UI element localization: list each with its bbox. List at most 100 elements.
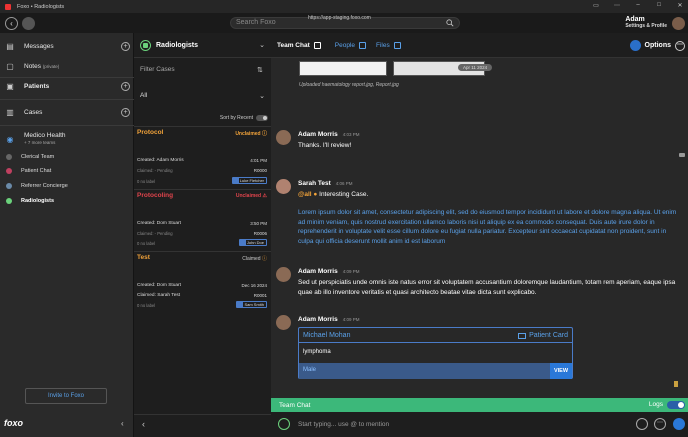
search-placeholder: Search Foxo [236,19,276,26]
sidebar-item-referrer-concierge[interactable]: Referrer Concierge [6,183,68,189]
avatar[interactable] [672,17,685,30]
case-labels: 0 no label [137,241,156,246]
chat-header: Team Chat People Files Options ⋯ [271,33,688,58]
options-button[interactable]: Options ⋯ [629,40,685,51]
patient-card-link[interactable]: Patient Card [518,332,568,339]
sidebar-item-notes[interactable]: ▢ Notes (private) [0,56,134,76]
sidebar: ▤ Messages + ▢ Notes (private) ▣ Patient… [0,33,134,437]
chat-bubbles-icon: ▤ [6,41,14,51]
chat-area: Team Chat People Files Options ⋯ Apr 11 … [271,33,688,437]
more-options-icon[interactable]: ⋯ [675,40,685,51]
chevron-down-icon[interactable]: ⌄ [259,92,265,100]
emoji-icon[interactable] [636,418,648,430]
add-message-icon[interactable]: + [121,41,130,51]
title-bar: Foxo • Radiologists ▭ ⋯ – □ ✕ [0,0,688,13]
sidebar-item-label: Notes (private) [24,62,60,70]
add-patient-icon[interactable]: + [121,81,130,91]
avatar[interactable] [276,315,291,330]
tab-people[interactable]: People [335,41,366,49]
sidebar-item-cases[interactable]: ▥ Cases + [0,102,134,122]
maximize-button[interactable]: □ [655,2,663,9]
mention: @all [298,191,312,198]
case-item[interactable]: Protocol Unclaimed ⓘ Created: Adam Morri… [134,126,271,189]
case-filter-select[interactable]: All [140,92,147,99]
message-input[interactable]: Start typing... use @ to mention [298,421,389,428]
scroll-indicator-icon[interactable] [679,153,685,157]
chat-message: Adam Morris 4:03 PM Thanks. I'll review! [276,130,681,155]
message-author: Adam Morris [298,268,338,275]
back-button[interactable]: ‹ [5,17,18,30]
team-header[interactable]: Radiologists ⌄ [134,33,271,58]
status-badge: Claimed ⓘ [242,256,267,262]
sidebar-item-clerical-team[interactable]: Clerical Team [6,154,54,160]
attachment-image[interactable] [299,61,387,76]
tab-files[interactable]: Files [376,41,401,49]
assignee-chip[interactable]: John Doe [238,239,267,246]
message-author: Adam Morris [298,316,338,323]
case-id: R0006 [253,231,267,236]
add-case-icon[interactable]: + [121,107,130,117]
window-title: Foxo • Radiologists [17,3,65,10]
sort-toggle[interactable] [256,115,268,121]
avatar[interactable] [276,267,291,282]
org-switcher[interactable]: ◉ Medico Health + 7 more teams [0,128,134,150]
cast-icon[interactable]: ▭ [592,2,600,9]
message-author: Adam Morris [298,131,338,138]
sidebar-item-patient-chat[interactable]: Patient Chat [6,168,51,174]
sidebar-item-messages[interactable]: ▤ Messages + [0,36,134,56]
collapse-sidebar-icon[interactable]: ‹ [121,419,124,428]
case-id: R0000 [253,168,267,173]
filter-icon[interactable]: ⇅ [257,66,267,74]
case-title: Test [137,254,150,261]
app-icon [5,3,11,10]
case-time: 4:01 PM [250,158,267,163]
message-time: 4:09 PM [342,269,360,274]
chevron-down-icon[interactable]: ⌄ [259,41,265,49]
sidebar-item-radiologists[interactable]: Radiologists [6,198,54,204]
invite-button[interactable]: Invite to Foxo [25,388,107,404]
more-actions-icon[interactable]: ⋯ [654,418,666,430]
team-avatar [6,168,12,174]
shield-icon [140,39,151,51]
user-icon [237,302,244,307]
avatar[interactable] [276,130,291,145]
user-icon [239,240,246,245]
filter-cases-input[interactable]: Filter Cases [140,66,175,73]
divider [299,342,572,343]
team-avatar [6,154,12,160]
logs-label: Logs [648,401,663,408]
org-logo-icon: ◉ [6,134,14,144]
message-time: 4:09 PM [342,317,360,322]
minimize-button[interactable]: – [634,2,642,9]
id-card-icon [518,332,527,339]
pin-icon[interactable] [674,381,678,387]
case-title: Protocoling [137,192,174,199]
case-item[interactable]: Protocoling Unclaimed ⚠ Created: Dom Stu… [134,189,271,251]
message-author: Sarah Test [298,180,331,187]
patient-name[interactable]: Michael Mohan [303,332,350,339]
message-text: @all ● Interesting Case. [298,191,369,198]
tab-team-chat[interactable]: Team Chat [277,41,321,49]
more-icon[interactable]: ⋯ [613,2,621,9]
history-button[interactable] [22,17,35,30]
phone-icon[interactable] [629,40,641,51]
sidebar-item-patients[interactable]: ▣ Patients + [0,76,134,96]
case-title: Protocol [137,129,164,136]
thumbs-up-icon[interactable] [673,418,685,430]
settings-profile-link[interactable]: Settings & Profile [625,23,667,29]
status-badge: Unclaimed ⚠ [235,193,267,199]
collapse-panel-icon[interactable]: ‹ [142,419,145,429]
assignee-chip[interactable]: Luke Fletcher [231,177,267,184]
case-claimed: Claimed: Sarah Test [137,293,181,298]
chat-message: Adam Morris 4:09 PM Sed ut perspiciatis u… [276,267,681,302]
user-name: Adam [625,16,645,23]
case-item[interactable]: Test Claimed ⓘ Created: Dom Stuart Dec 1… [134,251,271,313]
user-menu[interactable]: Adam Settings & Profile [625,16,667,29]
view-button[interactable]: VIEW [550,363,572,379]
assignee-chip[interactable]: Sam Smith [236,301,267,308]
cases-footer: ‹ [134,414,271,437]
close-button[interactable]: ✕ [676,2,684,9]
attachment-previews [299,61,485,76]
avatar[interactable] [276,179,291,194]
logs-toggle[interactable] [667,401,685,409]
